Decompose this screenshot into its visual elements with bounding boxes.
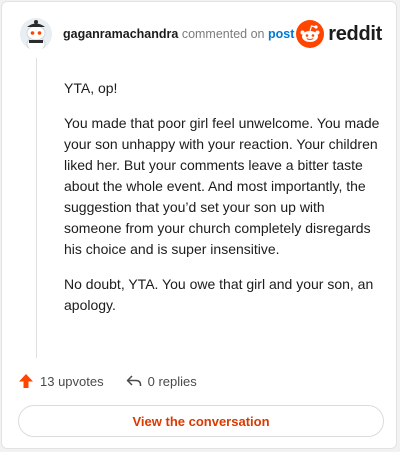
comment-paragraph: No doubt, YTA. You owe that girl and you… bbox=[64, 276, 374, 313]
upvote-count: 13 upvotes bbox=[40, 373, 104, 389]
upvote-arrow-icon bbox=[19, 374, 33, 388]
comment-header: gaganramachandra commented on post reddi… bbox=[16, 16, 382, 54]
comment-card: gaganramachandra commented on post reddi… bbox=[1, 1, 397, 449]
snoo-avatar-icon[interactable] bbox=[20, 18, 52, 50]
reply-arrow-icon bbox=[126, 375, 141, 386]
comment-meta: gaganramachandra commented on post bbox=[63, 27, 294, 41]
comment-paragraph: You made that poor girl feel unwelcome. … bbox=[64, 115, 380, 257]
username-link[interactable]: gaganramachandra bbox=[63, 27, 178, 41]
reddit-logo[interactable]: reddit bbox=[296, 19, 382, 49]
reddit-wordmark: reddit bbox=[328, 22, 382, 45]
comment-paragraph: YTA, op! bbox=[64, 80, 118, 96]
view-conversation-button[interactable]: View the conversation bbox=[18, 405, 384, 437]
upvote-button[interactable]: 13 upvotes bbox=[18, 373, 104, 389]
comment-body: YTA, op! You made that poor girl feel un… bbox=[64, 78, 384, 330]
action-text: commented on bbox=[181, 27, 265, 41]
reddit-alien-icon bbox=[296, 20, 325, 48]
thread-line bbox=[36, 58, 37, 358]
reply-button[interactable]: 0 replies bbox=[126, 373, 197, 389]
post-link[interactable]: post bbox=[268, 27, 294, 41]
comment-actions: 13 upvotes 0 replies bbox=[18, 370, 197, 392]
reply-count: 0 replies bbox=[147, 373, 197, 389]
